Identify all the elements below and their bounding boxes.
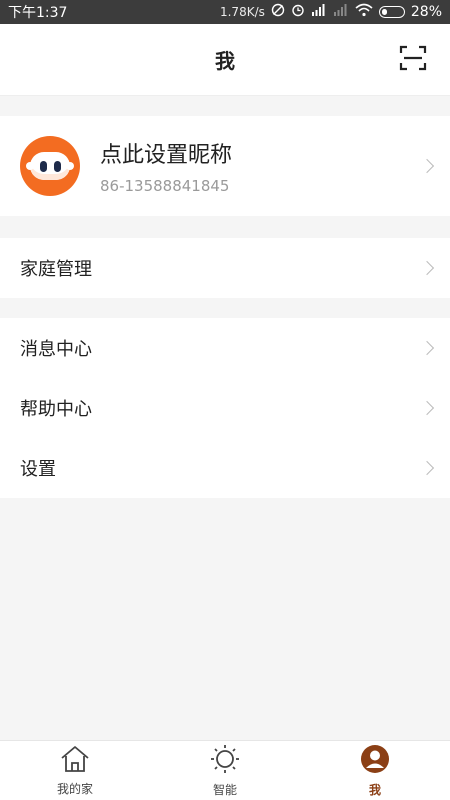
scan-icon	[399, 45, 427, 75]
menu-item-message-center[interactable]: 消息中心	[0, 318, 450, 378]
profile-text: 点此设置昵称 86-13588841845	[100, 137, 232, 195]
avatar-ear-left	[26, 162, 34, 170]
menu-group-support: 消息中心 帮助中心 设置	[0, 318, 450, 498]
chevron-right-icon	[419, 400, 435, 416]
chevron-right-icon	[419, 460, 435, 476]
alarm-icon	[291, 3, 305, 21]
avatar-eye-right	[53, 160, 61, 172]
chevron-right-icon	[419, 340, 435, 356]
phone-number: 86-13588841845	[100, 177, 230, 195]
battery-icon	[378, 6, 405, 18]
menu-item-help-center[interactable]: 帮助中心	[0, 378, 450, 438]
avatar[interactable]	[20, 136, 80, 196]
avatar-eye-left	[39, 160, 47, 172]
battery-percent: 28%	[410, 4, 442, 20]
status-time: 下午1:37	[8, 5, 68, 21]
chevron-right-icon	[419, 158, 435, 174]
menu-item-label: 帮助中心	[20, 399, 92, 420]
page-title: 我	[215, 49, 235, 73]
battery-fill	[381, 9, 388, 15]
wifi-icon	[355, 3, 373, 21]
page-header: 我	[0, 24, 450, 96]
user-icon	[360, 744, 390, 777]
bottom-navigation: 我的家 智能 我	[0, 740, 450, 800]
menu-item-family-management[interactable]: 家庭管理	[0, 238, 450, 298]
network-speed: 1.78K/s	[219, 5, 265, 19]
scan-button[interactable]	[398, 45, 428, 75]
nav-label: 我的家	[56, 781, 93, 796]
sun-icon	[209, 744, 241, 777]
home-icon	[59, 745, 91, 776]
avatar-ear-right	[66, 162, 74, 170]
menu-item-settings[interactable]: 设置	[0, 438, 450, 498]
menu-group-family: 家庭管理	[0, 238, 450, 298]
nickname-label[interactable]: 点此设置昵称	[100, 137, 232, 169]
chevron-right-icon	[419, 260, 435, 276]
robot-avatar-icon	[30, 152, 70, 180]
nav-label: 智能	[212, 782, 237, 797]
no-disturb-icon	[271, 3, 285, 21]
profile-card[interactable]: 点此设置昵称 86-13588841845	[0, 116, 450, 216]
status-icons: 1.78K/s 28%	[220, 3, 442, 21]
nav-tab-smart[interactable]: 智能	[150, 744, 300, 798]
menu-item-label: 家庭管理	[20, 259, 92, 280]
hd-signal-icon	[311, 3, 327, 21]
signal-icon	[333, 3, 349, 21]
menu-item-label: 设置	[20, 459, 56, 480]
menu-item-label: 消息中心	[20, 339, 92, 360]
nav-label: 我	[368, 782, 381, 797]
nav-tab-my-home[interactable]: 我的家	[0, 745, 150, 797]
nav-tab-me[interactable]: 我	[300, 744, 450, 798]
status-bar: 下午1:37 1.78K/s 28%	[0, 0, 450, 24]
